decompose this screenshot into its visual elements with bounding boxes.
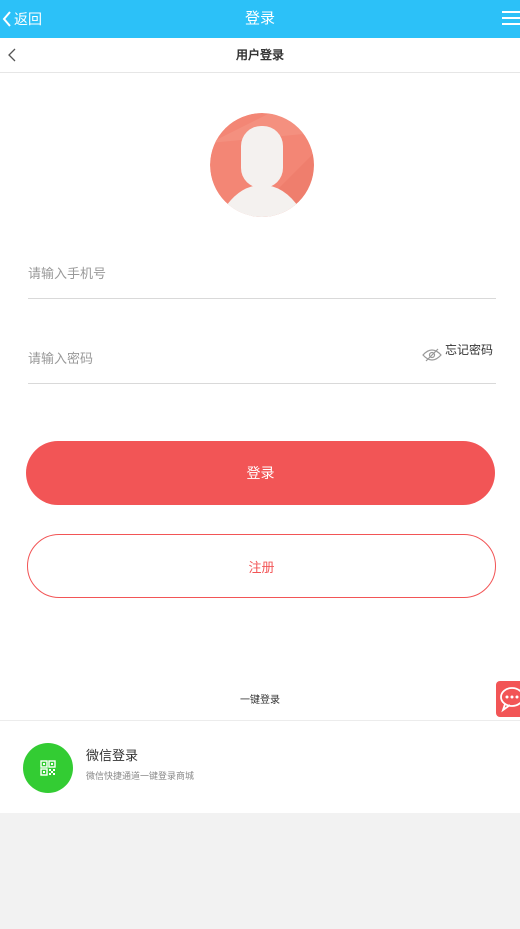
- avatar-placeholder-icon: [210, 113, 314, 217]
- customer-service-button[interactable]: [496, 681, 520, 717]
- sub-header-title: 用户登录: [235, 48, 284, 62]
- password-field: 忘记密码: [28, 336, 496, 384]
- wechat-login-title: 微信登录: [86, 749, 139, 764]
- phone-field: [28, 251, 496, 299]
- forgot-password-link[interactable]: 忘记密码: [445, 341, 493, 358]
- top-bar: 返回 登录: [0, 0, 520, 38]
- sub-header: 用户登录: [0, 38, 520, 73]
- back-button[interactable]: 返回: [2, 0, 42, 38]
- login-button[interactable]: 登录: [26, 441, 495, 505]
- page-title: 登录: [244, 9, 275, 27]
- menu-icon[interactable]: [502, 9, 520, 27]
- wechat-icon-badge: [23, 743, 73, 793]
- chat-bubble-icon: [500, 687, 520, 713]
- back-chevron-icon: [2, 11, 11, 27]
- eye-hidden-icon[interactable]: [422, 348, 442, 362]
- phone-input[interactable]: [28, 251, 408, 298]
- one-click-login-heading: 一键登录: [240, 695, 280, 706]
- wechat-login-item[interactable]: 微信登录 微信快捷通道一键登录商城: [0, 720, 520, 813]
- password-input[interactable]: [28, 336, 408, 383]
- wechat-login-subtitle: 微信快捷通道一键登录商城: [86, 772, 195, 782]
- qr-code-icon: [40, 760, 56, 776]
- avatar: [210, 113, 314, 217]
- register-button[interactable]: 注册: [27, 534, 496, 598]
- login-panel: 忘记密码 登录 注册 一键登录: [0, 73, 520, 720]
- back-label: 返回: [14, 12, 42, 28]
